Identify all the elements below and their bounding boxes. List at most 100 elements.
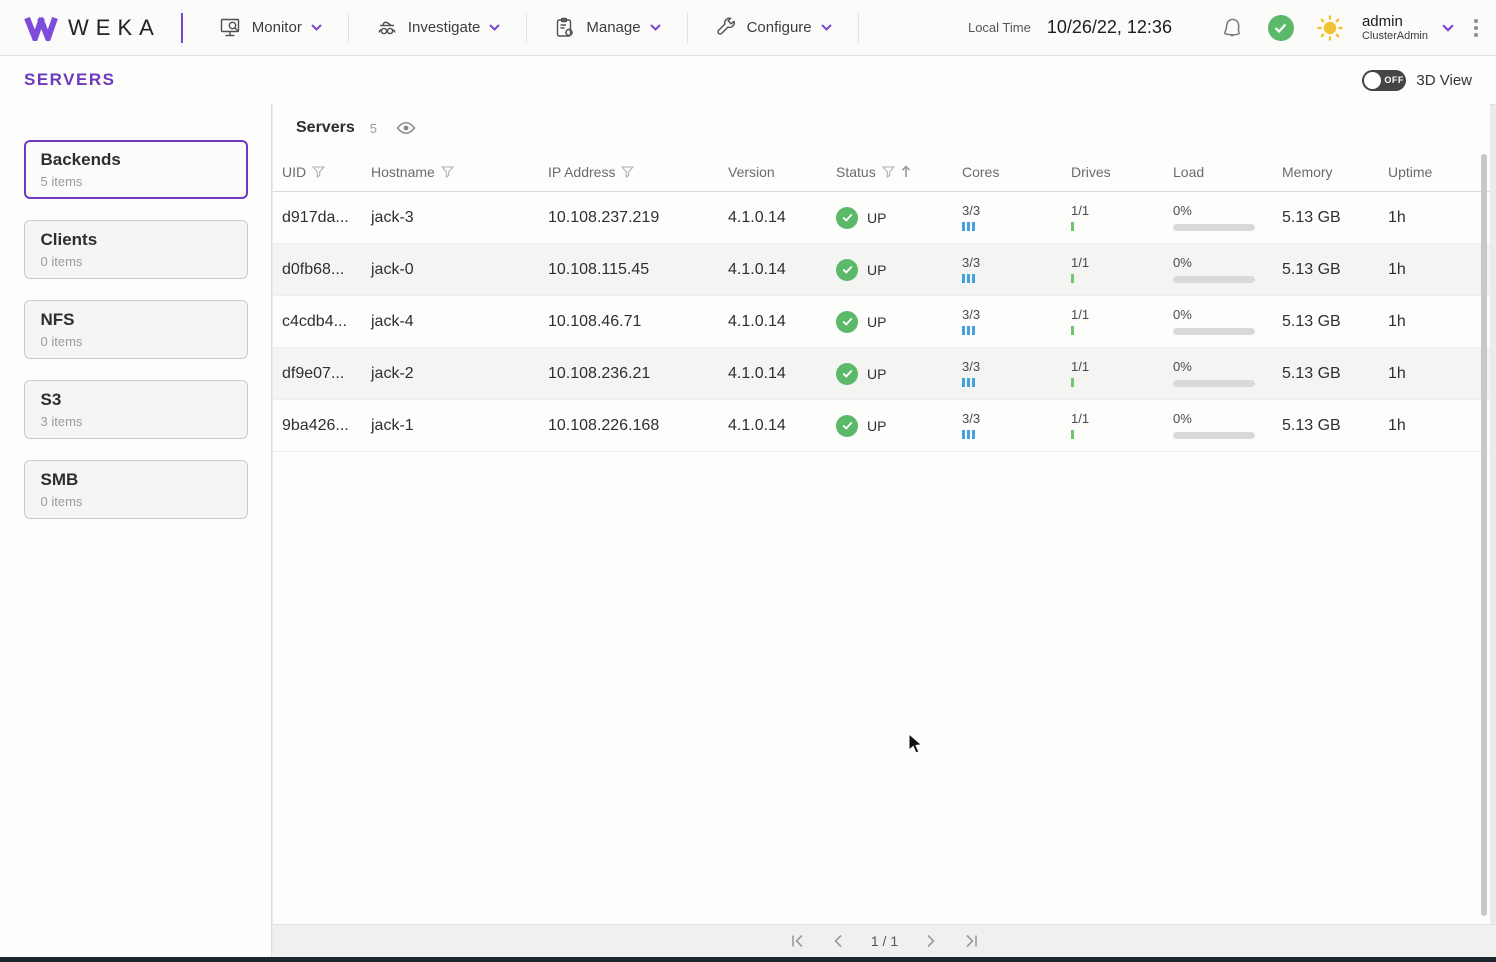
sidebar-category-card[interactable]: NFS 0 items	[24, 300, 248, 359]
cell-memory: 5.13 GB	[1282, 209, 1388, 227]
brand-text: WEKA	[68, 15, 161, 41]
nav-monitor[interactable]: Monitor	[193, 11, 348, 45]
cores-bars-icon	[962, 378, 975, 387]
category-count: 0 items	[41, 254, 231, 269]
nav-configure[interactable]: Configure	[688, 11, 858, 45]
drives-bar-icon	[1071, 274, 1074, 283]
panel-header: Servers 5	[273, 104, 1490, 152]
cell-hostname: jack-4	[371, 313, 548, 331]
col-header-hostname[interactable]: Hostname	[371, 164, 548, 180]
next-page-icon[interactable]	[926, 934, 936, 948]
cell-uptime: 1h	[1388, 365, 1490, 383]
filter-icon[interactable]	[312, 166, 325, 178]
user-menu[interactable]: admin ClusterAdmin	[1362, 13, 1428, 43]
table-header-row: UID Hostname IP Address Version Status C…	[273, 152, 1490, 192]
category-count: 0 items	[41, 334, 231, 349]
col-label: IP Address	[548, 164, 615, 180]
eye-columns-icon[interactable]	[396, 121, 416, 135]
weka-logo[interactable]: WEKA	[24, 15, 161, 41]
nav-configure-label: Configure	[747, 19, 812, 36]
sidebar-category-card[interactable]: Backends 5 items	[24, 140, 248, 199]
load-progress-bar	[1173, 432, 1255, 439]
table-body: d917da... jack-3 10.108.237.219 4.1.0.14…	[273, 192, 1490, 452]
sidebar-category-card[interactable]: S3 3 items	[24, 380, 248, 439]
col-label: Uptime	[1388, 164, 1432, 180]
nav-investigate[interactable]: Investigate	[349, 11, 527, 45]
chevron-down-icon	[311, 24, 322, 31]
chevron-down-icon[interactable]	[1442, 24, 1454, 32]
col-header-memory[interactable]: Memory	[1282, 164, 1388, 180]
status-up-icon	[836, 311, 858, 333]
nav-manage[interactable]: Manage	[527, 11, 686, 45]
load-progress-bar	[1173, 328, 1255, 335]
panel-title: Servers	[296, 119, 355, 137]
user-name: admin	[1362, 13, 1428, 30]
col-header-uid[interactable]: UID	[282, 164, 371, 180]
vertical-scrollbar[interactable]	[1481, 154, 1487, 916]
cores-value: 3/3	[962, 204, 980, 218]
load-value: 0%	[1173, 204, 1192, 218]
load-value: 0%	[1173, 256, 1192, 270]
filter-icon[interactable]	[621, 166, 634, 178]
col-header-load[interactable]: Load	[1173, 164, 1282, 180]
manage-icon	[553, 17, 577, 39]
cores-bars-icon	[962, 222, 975, 231]
drives-bar-icon	[1071, 222, 1074, 231]
status-up-icon	[836, 363, 858, 385]
sidebar-category-card[interactable]: SMB 0 items	[24, 460, 248, 519]
cell-uptime: 1h	[1388, 417, 1490, 435]
cluster-health-ok-icon[interactable]	[1268, 15, 1294, 41]
previous-page-icon[interactable]	[833, 934, 843, 948]
table-row[interactable]: df9e07... jack-2 10.108.236.21 4.1.0.14 …	[273, 348, 1490, 400]
cell-uptime: 1h	[1388, 313, 1490, 331]
cell-version: 4.1.0.14	[728, 209, 836, 227]
col-header-ip[interactable]: IP Address	[548, 164, 728, 180]
investigate-icon	[375, 17, 399, 39]
category-count: 0 items	[41, 494, 231, 509]
filter-icon[interactable]	[882, 166, 895, 178]
cell-status: UP	[836, 311, 962, 333]
page-title: SERVERS	[24, 70, 115, 90]
col-label: Version	[728, 164, 775, 180]
sidebar-category-card[interactable]: Clients 0 items	[24, 220, 248, 279]
table-row[interactable]: 9ba426... jack-1 10.108.226.168 4.1.0.14…	[273, 400, 1490, 452]
drives-value: 1/1	[1071, 256, 1089, 270]
cell-uptime: 1h	[1388, 209, 1490, 227]
category-title: Clients	[41, 230, 231, 250]
user-role: ClusterAdmin	[1362, 30, 1428, 43]
top-navigation-bar: WEKA Monitor Investigate Manage	[0, 0, 1496, 56]
cores-value: 3/3	[962, 256, 980, 270]
col-header-cores[interactable]: Cores	[962, 164, 1071, 180]
col-header-drives[interactable]: Drives	[1071, 164, 1173, 180]
col-label: UID	[282, 164, 306, 180]
status-label: UP	[867, 314, 886, 330]
cell-drives: 1/1	[1071, 412, 1173, 438]
last-page-icon[interactable]	[964, 934, 979, 948]
theme-sun-icon[interactable]	[1316, 14, 1344, 42]
col-header-status[interactable]: Status	[836, 164, 962, 180]
col-header-uptime[interactable]: Uptime	[1388, 164, 1490, 180]
panel-count: 5	[370, 121, 377, 136]
cores-value: 3/3	[962, 308, 980, 322]
nav-monitor-label: Monitor	[252, 19, 302, 36]
table-row[interactable]: c4cdb4... jack-4 10.108.46.71 4.1.0.14 U…	[273, 296, 1490, 348]
status-up-icon	[836, 207, 858, 229]
cell-uid: d0fb68...	[282, 261, 371, 279]
local-time-value: 10/26/22, 12:36	[1047, 17, 1172, 38]
overflow-menu-icon[interactable]	[1474, 19, 1478, 37]
col-header-version[interactable]: Version	[728, 164, 836, 180]
mouse-cursor	[908, 733, 924, 755]
table-row[interactable]: d0fb68... jack-0 10.108.115.45 4.1.0.14 …	[273, 244, 1490, 296]
filter-icon[interactable]	[441, 166, 454, 178]
first-page-icon[interactable]	[790, 934, 805, 948]
drives-value: 1/1	[1071, 308, 1089, 322]
cell-hostname: jack-0	[371, 261, 548, 279]
3d-view-toggle[interactable]: OFF	[1362, 70, 1406, 91]
status-label: UP	[867, 210, 886, 226]
cell-ip: 10.108.115.45	[548, 261, 728, 279]
notification-bell-icon[interactable]	[1218, 14, 1246, 42]
cell-load: 0%	[1173, 308, 1282, 334]
status-label: UP	[867, 262, 886, 278]
sort-ascending-icon[interactable]	[901, 165, 911, 178]
table-row[interactable]: d917da... jack-3 10.108.237.219 4.1.0.14…	[273, 192, 1490, 244]
